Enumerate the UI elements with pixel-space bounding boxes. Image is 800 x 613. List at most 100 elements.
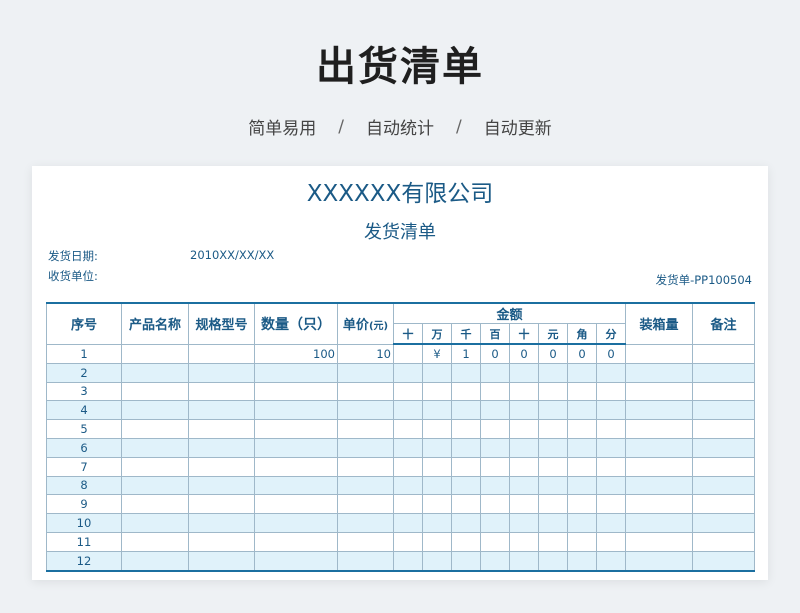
cell-remark[interactable] — [692, 437, 756, 458]
cell-amount-digit[interactable] — [538, 437, 568, 458]
cell-amount-digit[interactable] — [393, 494, 423, 515]
cell-qty[interactable] — [254, 456, 338, 477]
cell-amount-digit[interactable] — [595, 494, 627, 515]
cell-spec[interactable] — [188, 381, 255, 402]
cell-amount-digit[interactable] — [538, 475, 568, 496]
cell-qty[interactable] — [254, 400, 338, 421]
cell-amount-digit[interactable] — [451, 437, 481, 458]
cell-qty[interactable] — [254, 494, 338, 515]
cell-amount-digit[interactable] — [595, 531, 627, 552]
cell-amount-digit[interactable]: 0 — [538, 343, 568, 364]
cell-amount-digit[interactable] — [595, 362, 627, 383]
cell-packing[interactable] — [625, 531, 694, 552]
cell-amount-digit[interactable] — [538, 550, 568, 572]
cell-amount-digit[interactable] — [567, 475, 597, 496]
cell-amount-digit[interactable] — [451, 531, 481, 552]
cell-packing[interactable] — [625, 513, 694, 533]
cell-spec[interactable] — [188, 343, 255, 364]
cell-amount-digit[interactable] — [422, 513, 452, 533]
cell-price[interactable]: 10 — [337, 343, 394, 364]
cell-amount-digit[interactable] — [480, 437, 510, 458]
cell-amount-digit[interactable] — [393, 419, 423, 439]
cell-product[interactable] — [121, 494, 189, 515]
cell-amount-digit[interactable] — [422, 362, 452, 383]
cell-amount-digit[interactable] — [538, 513, 568, 533]
cell-amount-digit[interactable] — [393, 437, 423, 458]
cell-spec[interactable] — [188, 362, 255, 383]
cell-amount-digit[interactable] — [451, 419, 481, 439]
cell-amount-digit[interactable] — [451, 400, 481, 421]
cell-remark[interactable] — [692, 550, 756, 572]
cell-product[interactable] — [121, 362, 189, 383]
cell-amount-digit[interactable] — [451, 513, 481, 533]
cell-amount-digit[interactable] — [595, 400, 627, 421]
cell-amount-digit[interactable] — [422, 494, 452, 515]
cell-amount-digit[interactable] — [451, 381, 481, 402]
cell-product[interactable] — [121, 531, 189, 552]
cell-price[interactable] — [337, 400, 394, 421]
cell-product[interactable] — [121, 400, 189, 421]
cell-price[interactable] — [337, 437, 394, 458]
cell-amount-digit[interactable] — [480, 419, 510, 439]
cell-amount-digit[interactable] — [595, 419, 627, 439]
cell-amount-digit[interactable] — [509, 531, 539, 552]
cell-qty[interactable] — [254, 362, 338, 383]
cell-qty[interactable] — [254, 419, 338, 439]
cell-price[interactable] — [337, 475, 394, 496]
cell-remark[interactable] — [692, 531, 756, 552]
cell-product[interactable] — [121, 475, 189, 496]
cell-packing[interactable] — [625, 362, 694, 383]
cell-amount-digit[interactable] — [567, 362, 597, 383]
cell-spec[interactable] — [188, 456, 255, 477]
cell-price[interactable] — [337, 550, 394, 572]
cell-amount-digit[interactable]: 0 — [480, 343, 510, 364]
cell-price[interactable] — [337, 531, 394, 552]
cell-packing[interactable] — [625, 456, 694, 477]
cell-amount-digit[interactable] — [509, 475, 539, 496]
cell-amount-digit[interactable] — [567, 381, 597, 402]
cell-remark[interactable] — [692, 400, 756, 421]
cell-amount-digit[interactable] — [538, 531, 568, 552]
cell-amount-digit[interactable] — [538, 419, 568, 439]
cell-amount-digit[interactable] — [422, 531, 452, 552]
cell-amount-digit[interactable] — [595, 475, 627, 496]
cell-amount-digit[interactable] — [538, 494, 568, 515]
cell-remark[interactable] — [692, 362, 756, 383]
cell-amount-digit[interactable]: ¥ — [422, 343, 452, 364]
cell-remark[interactable] — [692, 494, 756, 515]
cell-amount-digit[interactable] — [393, 381, 423, 402]
cell-amount-digit[interactable] — [422, 437, 452, 458]
cell-amount-digit[interactable] — [567, 419, 597, 439]
cell-qty[interactable] — [254, 513, 338, 533]
cell-amount-digit[interactable] — [567, 513, 597, 533]
cell-remark[interactable] — [692, 419, 756, 439]
cell-amount-digit[interactable] — [595, 513, 627, 533]
cell-remark[interactable] — [692, 381, 756, 402]
cell-amount-digit[interactable] — [509, 513, 539, 533]
cell-amount-digit[interactable] — [480, 531, 510, 552]
cell-amount-digit[interactable] — [595, 381, 627, 402]
cell-amount-digit[interactable] — [595, 437, 627, 458]
cell-packing[interactable] — [625, 419, 694, 439]
cell-price[interactable] — [337, 513, 394, 533]
ship-date-value[interactable]: 2010XX/XX/XX — [190, 248, 274, 262]
cell-amount-digit[interactable] — [538, 400, 568, 421]
cell-amount-digit[interactable] — [393, 362, 423, 383]
cell-amount-digit[interactable] — [393, 475, 423, 496]
cell-packing[interactable] — [625, 550, 694, 572]
cell-spec[interactable] — [188, 550, 255, 572]
cell-remark[interactable] — [692, 343, 756, 364]
cell-remark[interactable] — [692, 513, 756, 533]
cell-amount-digit[interactable] — [480, 513, 510, 533]
cell-amount-digit[interactable] — [480, 362, 510, 383]
cell-amount-digit[interactable] — [393, 550, 423, 572]
cell-spec[interactable] — [188, 419, 255, 439]
cell-amount-digit[interactable] — [509, 550, 539, 572]
cell-packing[interactable] — [625, 437, 694, 458]
cell-price[interactable] — [337, 456, 394, 477]
cell-amount-digit[interactable] — [509, 362, 539, 383]
cell-product[interactable] — [121, 381, 189, 402]
cell-amount-digit[interactable] — [480, 550, 510, 572]
cell-amount-digit[interactable] — [422, 550, 452, 572]
cell-spec[interactable] — [188, 531, 255, 552]
